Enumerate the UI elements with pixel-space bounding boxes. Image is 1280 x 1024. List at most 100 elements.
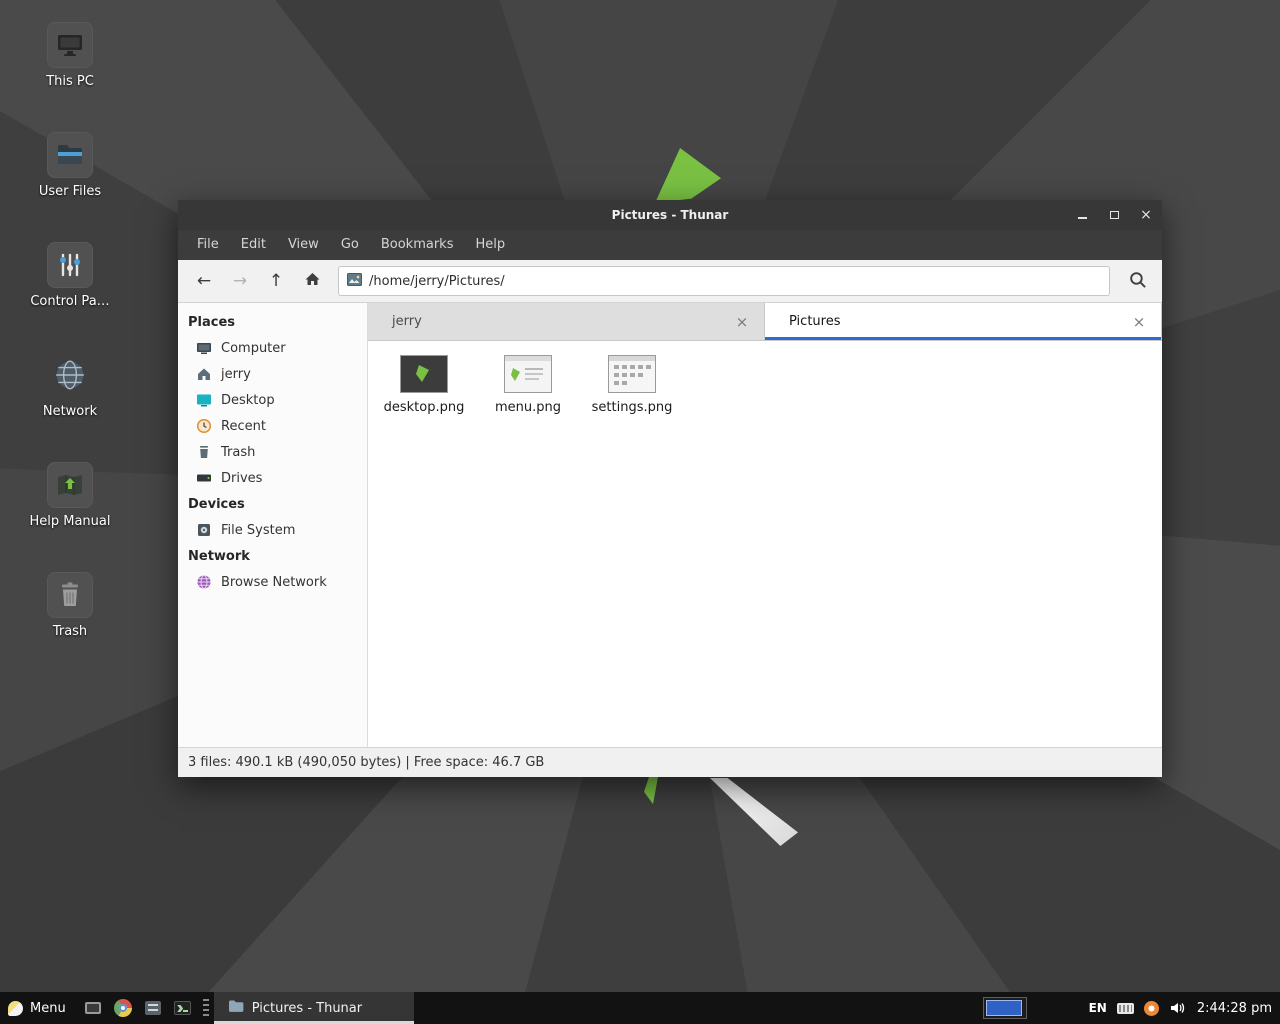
back-icon: ← bbox=[197, 271, 211, 291]
network-globe-icon bbox=[47, 352, 93, 398]
home-button[interactable] bbox=[294, 264, 330, 298]
maximize-icon bbox=[1110, 211, 1119, 219]
up-button[interactable]: ↑ bbox=[258, 264, 294, 298]
forward-icon: → bbox=[233, 271, 247, 291]
clock[interactable]: 2:44:28 pm bbox=[1197, 1001, 1272, 1016]
desktop-icon-label: Control Pa… bbox=[30, 294, 109, 309]
sidebar-item-recent[interactable]: Recent bbox=[178, 413, 367, 439]
keyboard-layout-indicator[interactable]: EN bbox=[1089, 1001, 1107, 1015]
sidebar-item-drives[interactable]: Drives bbox=[178, 465, 367, 491]
file-thumbnail bbox=[504, 355, 552, 393]
desktop-icon-label: Help Manual bbox=[29, 514, 110, 529]
desktop-icon-trash[interactable]: Trash bbox=[20, 572, 120, 682]
search-button[interactable] bbox=[1120, 264, 1154, 298]
file-thumbnail bbox=[608, 355, 656, 393]
sidebar-item-label: File System bbox=[221, 523, 295, 538]
desktop-icon-network[interactable]: Network bbox=[20, 352, 120, 462]
trash-icon bbox=[196, 444, 212, 460]
status-text: 3 files: 490.1 kB (490,050 bytes) | Free… bbox=[188, 755, 544, 770]
desktop-icon-label: Network bbox=[43, 404, 97, 419]
task-label: Pictures - Thunar bbox=[252, 1001, 362, 1016]
menu-file[interactable]: File bbox=[186, 230, 230, 260]
maximize-button[interactable] bbox=[1098, 200, 1130, 230]
file-view[interactable]: desktop.png menu.png settings.png bbox=[368, 341, 1162, 747]
menu-bookmarks[interactable]: Bookmarks bbox=[370, 230, 465, 260]
sidebar-item-browse-network[interactable]: Browse Network bbox=[178, 569, 367, 595]
sidebar-item-label: Desktop bbox=[221, 393, 275, 408]
path-bar[interactable]: /home/jerry/Pictures/ bbox=[338, 266, 1110, 296]
tab-close-icon[interactable]: × bbox=[732, 313, 752, 331]
file-name: desktop.png bbox=[384, 400, 465, 415]
menu-help[interactable]: Help bbox=[464, 230, 516, 260]
wallpaper-green-accent-small bbox=[643, 777, 663, 804]
menubar: File Edit View Go Bookmarks Help bbox=[178, 230, 1162, 260]
menu-view[interactable]: View bbox=[277, 230, 330, 260]
sliders-icon bbox=[47, 242, 93, 288]
tab-bar: jerry × Pictures × bbox=[368, 303, 1162, 341]
thunar-window: Pictures - Thunar × File Edit View Go Bo… bbox=[178, 200, 1162, 777]
show-desktop-button[interactable] bbox=[78, 992, 108, 1024]
sidebar-item-label: Trash bbox=[221, 445, 255, 460]
close-button[interactable]: × bbox=[1130, 200, 1162, 230]
file-desktop-png[interactable]: desktop.png bbox=[374, 355, 474, 415]
desktop-icon-help-manual[interactable]: Help Manual bbox=[20, 462, 120, 572]
sidebar-item-file-system[interactable]: File System bbox=[178, 517, 367, 543]
terminal-icon bbox=[174, 1001, 191, 1015]
sidebar-header-places: Places bbox=[178, 309, 367, 335]
back-button[interactable]: ← bbox=[186, 264, 222, 298]
browser-launcher[interactable] bbox=[108, 992, 138, 1024]
desktop-icon-control-panel[interactable]: Control Pa… bbox=[20, 242, 120, 352]
minimize-button[interactable] bbox=[1066, 200, 1098, 230]
notification-icon[interactable] bbox=[1144, 1001, 1159, 1016]
wallpaper-white-streak bbox=[710, 778, 798, 846]
taskbar: Menu Pictures - Thunar EN 2:44:28 pm bbox=[0, 992, 1280, 1024]
file-name: menu.png bbox=[495, 400, 561, 415]
desktop-icon-this-pc[interactable]: This PC bbox=[20, 22, 120, 132]
desktop-icon-user-files[interactable]: User Files bbox=[20, 132, 120, 242]
file-settings-png[interactable]: settings.png bbox=[582, 355, 682, 415]
window-title: Pictures - Thunar bbox=[178, 208, 1162, 222]
file-manager-launcher[interactable] bbox=[138, 992, 168, 1024]
sidebar-item-label: jerry bbox=[221, 367, 251, 382]
desktop-icon-label: User Files bbox=[39, 184, 101, 199]
desktop-icon-label: This PC bbox=[46, 74, 94, 89]
screen-icon bbox=[85, 1002, 101, 1014]
forward-button[interactable]: → bbox=[222, 264, 258, 298]
tab-jerry[interactable]: jerry × bbox=[368, 303, 765, 340]
file-name: settings.png bbox=[592, 400, 673, 415]
tab-pictures[interactable]: Pictures × bbox=[765, 303, 1162, 340]
taskbar-task-thunar[interactable]: Pictures - Thunar bbox=[214, 992, 414, 1024]
tab-close-icon[interactable]: × bbox=[1129, 313, 1149, 331]
up-icon: ↑ bbox=[269, 271, 283, 291]
terminal-launcher[interactable] bbox=[168, 992, 198, 1024]
main-pane: jerry × Pictures × desktop.png bbox=[368, 303, 1162, 747]
titlebar[interactable]: Pictures - Thunar × bbox=[178, 200, 1162, 230]
tab-label: jerry bbox=[392, 314, 422, 329]
file-menu-png[interactable]: menu.png bbox=[478, 355, 578, 415]
workspace-pager[interactable] bbox=[983, 997, 1027, 1019]
disk-icon bbox=[196, 522, 212, 538]
close-icon: × bbox=[1140, 208, 1152, 222]
sidebar-item-desktop[interactable]: Desktop bbox=[178, 387, 367, 413]
file-thumbnail bbox=[400, 355, 448, 393]
sidebar-item-home[interactable]: jerry bbox=[178, 361, 367, 387]
file-manager-icon bbox=[145, 1001, 161, 1015]
trash-icon bbox=[47, 572, 93, 618]
home-icon bbox=[196, 366, 212, 382]
search-icon bbox=[1128, 270, 1147, 293]
sidebar-item-computer[interactable]: Computer bbox=[178, 335, 367, 361]
keyboard-icon[interactable] bbox=[1117, 1003, 1134, 1014]
menu-go[interactable]: Go bbox=[330, 230, 370, 260]
desktop-icon bbox=[196, 392, 212, 408]
pager-window bbox=[986, 1000, 1022, 1016]
menu-button-label: Menu bbox=[30, 1001, 66, 1016]
tab-label: Pictures bbox=[789, 314, 840, 329]
menu-edit[interactable]: Edit bbox=[230, 230, 277, 260]
sidebar-item-label: Recent bbox=[221, 419, 266, 434]
desktop-icon-label: Trash bbox=[53, 624, 87, 639]
sidebar-item-trash[interactable]: Trash bbox=[178, 439, 367, 465]
volume-icon[interactable] bbox=[1169, 1000, 1185, 1016]
menu-button[interactable]: Menu bbox=[0, 992, 78, 1024]
home-icon bbox=[304, 271, 321, 292]
sidebar-header-network: Network bbox=[178, 543, 367, 569]
